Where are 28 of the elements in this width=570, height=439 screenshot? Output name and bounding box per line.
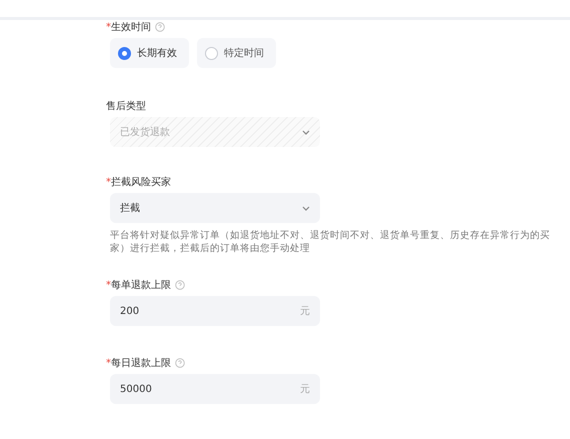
chevron-icon [302, 130, 310, 134]
required-mark: * [106, 280, 111, 290]
radio-option[interactable]: 长期有效 [110, 38, 189, 68]
input-value: 200 [120, 306, 140, 316]
field-label: 售后类型 [106, 100, 146, 113]
radio-icon [205, 46, 218, 60]
select-value: 已发货退款 [120, 126, 170, 139]
input-value: 50000 [120, 384, 152, 394]
help-text: 平台将针对疑似异常订单（如退货地址不对、退货时间不对、退货单号重复、历史存在异常行为的买家）进行拦截，拦截后的订单将由您手动处理 [110, 229, 550, 255]
field-label: 每日退款上限 [111, 356, 171, 370]
required-mark: * [106, 358, 111, 368]
unit-label: 元 [300, 383, 310, 396]
select-field[interactable]: 拦截 [110, 193, 320, 223]
chevron-icon [302, 206, 310, 210]
required-mark: * [106, 22, 111, 32]
field-label: 每单退款上限 [111, 278, 171, 292]
help-icon[interactable] [175, 358, 185, 368]
help-icon[interactable] [175, 280, 185, 290]
radio-icon [118, 46, 131, 60]
field-label: 拦截风险买家 [111, 176, 171, 189]
required-mark: * [106, 176, 111, 188]
select-value: 拦截 [120, 202, 140, 215]
unit-label: 元 [300, 305, 310, 318]
field-label: 生效时间 [111, 20, 151, 34]
help-icon[interactable] [155, 22, 165, 32]
input-field[interactable]: 50000 元 [110, 374, 320, 404]
input-field[interactable]: 200 元 [110, 296, 320, 326]
radio-option[interactable]: 特定时间 [197, 38, 276, 68]
